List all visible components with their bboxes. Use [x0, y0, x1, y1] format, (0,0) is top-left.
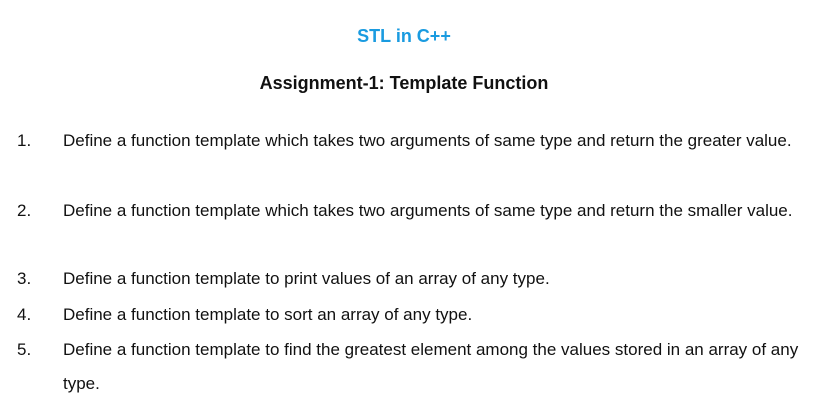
- task-number: 2.: [17, 201, 32, 220]
- task-number: 4.: [17, 305, 32, 324]
- task-number: 3.: [17, 269, 32, 288]
- task-text: Define a function template which takes t…: [63, 201, 793, 220]
- assignment-title: Assignment-1: Template Function: [259, 73, 549, 93]
- document-page: STL in C++ Assignment-1: Template Functi…: [0, 0, 826, 418]
- task-number: 5.: [17, 340, 32, 359]
- task-text: Define a function template to sort an ar…: [63, 305, 473, 324]
- task-text: Define a function template to find the g…: [63, 340, 799, 393]
- task-text: Define a function template which takes t…: [63, 131, 792, 150]
- course-title: STL in C++: [357, 26, 451, 46]
- task-number: 1.: [17, 131, 32, 150]
- task-text: Define a function template to print valu…: [63, 269, 550, 288]
